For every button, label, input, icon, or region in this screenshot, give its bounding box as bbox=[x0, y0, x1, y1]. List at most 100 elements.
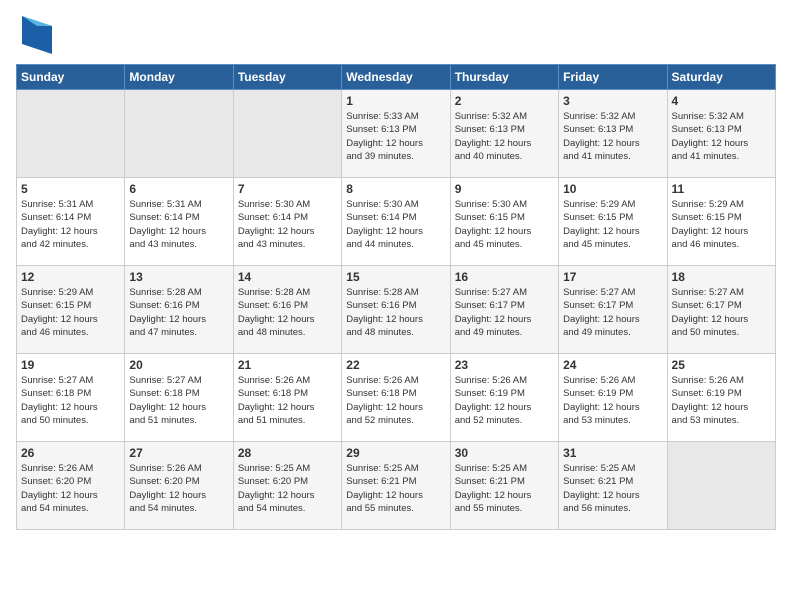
day-info: Sunrise: 5:26 AMSunset: 6:18 PMDaylight:… bbox=[238, 374, 337, 427]
day-number: 28 bbox=[238, 446, 337, 460]
day-number: 27 bbox=[129, 446, 228, 460]
calendar-cell: 27Sunrise: 5:26 AMSunset: 6:20 PMDayligh… bbox=[125, 442, 233, 530]
calendar-cell: 2 Sunrise: 5:32 AMSunset: 6:13 PMDaylight… bbox=[450, 90, 558, 178]
day-info: Sunrise: 5:27 AMSunset: 6:18 PMDaylight:… bbox=[129, 374, 228, 427]
calendar-week-row: 12 Sunrise: 5:29 AMSunset: 6:15 PMDayligh… bbox=[17, 266, 776, 354]
day-header-saturday: Saturday bbox=[667, 65, 775, 90]
day-info: Sunrise: 5:27 AMSunset: 6:17 PMDaylight:… bbox=[672, 286, 771, 339]
day-number: 15 bbox=[346, 270, 445, 284]
calendar-cell bbox=[233, 90, 341, 178]
day-number: 30 bbox=[455, 446, 554, 460]
calendar-cell: 31 Sunrise: 5:25 AMSunset: 6:21 PMDayligh… bbox=[559, 442, 667, 530]
calendar-week-row: 19 Sunrise: 5:27 AMSunset: 6:18 PMDayligh… bbox=[17, 354, 776, 442]
day-number: 6 bbox=[129, 182, 228, 196]
day-number: 21 bbox=[238, 358, 337, 372]
day-info: Sunrise: 5:27 AMSunset: 6:17 PMDaylight:… bbox=[455, 286, 554, 339]
calendar-cell: 13 Sunrise: 5:28 AMSunset: 6:16 PMDayligh… bbox=[125, 266, 233, 354]
day-info: Sunrise: 5:25 AMSunset: 6:21 PMDaylight:… bbox=[563, 462, 662, 515]
calendar-cell: 18 Sunrise: 5:27 AMSunset: 6:17 PMDayligh… bbox=[667, 266, 775, 354]
day-header-wednesday: Wednesday bbox=[342, 65, 450, 90]
day-number: 31 bbox=[563, 446, 662, 460]
calendar-cell: 6 Sunrise: 5:31 AMSunset: 6:14 PMDaylight… bbox=[125, 178, 233, 266]
calendar-cell: 26 Sunrise: 5:26 AMSunset: 6:20 PMDayligh… bbox=[17, 442, 125, 530]
calendar-week-row: 26 Sunrise: 5:26 AMSunset: 6:20 PMDayligh… bbox=[17, 442, 776, 530]
day-number: 14 bbox=[238, 270, 337, 284]
calendar-cell: 7Sunrise: 5:30 AMSunset: 6:14 PMDaylight… bbox=[233, 178, 341, 266]
calendar-cell: 21 Sunrise: 5:26 AMSunset: 6:18 PMDayligh… bbox=[233, 354, 341, 442]
calendar-cell: 14Sunrise: 5:28 AMSunset: 6:16 PMDayligh… bbox=[233, 266, 341, 354]
day-info: Sunrise: 5:29 AMSunset: 6:15 PMDaylight:… bbox=[672, 198, 771, 251]
day-info: Sunrise: 5:29 AMSunset: 6:15 PMDaylight:… bbox=[21, 286, 120, 339]
day-info: Sunrise: 5:31 AMSunset: 6:14 PMDaylight:… bbox=[21, 198, 120, 251]
day-info: Sunrise: 5:33 AMSunset: 6:13 PMDaylight:… bbox=[346, 110, 445, 163]
calendar-cell: 8 Sunrise: 5:30 AMSunset: 6:14 PMDaylight… bbox=[342, 178, 450, 266]
day-number: 11 bbox=[672, 182, 771, 196]
day-number: 9 bbox=[455, 182, 554, 196]
day-info: Sunrise: 5:26 AMSunset: 6:18 PMDaylight:… bbox=[346, 374, 445, 427]
header bbox=[16, 16, 776, 54]
day-header-thursday: Thursday bbox=[450, 65, 558, 90]
day-info: Sunrise: 5:32 AMSunset: 6:13 PMDaylight:… bbox=[672, 110, 771, 163]
day-number: 5 bbox=[21, 182, 120, 196]
calendar-cell bbox=[667, 442, 775, 530]
calendar-cell: 19 Sunrise: 5:27 AMSunset: 6:18 PMDayligh… bbox=[17, 354, 125, 442]
day-number: 13 bbox=[129, 270, 228, 284]
day-info: Sunrise: 5:27 AMSunset: 6:18 PMDaylight:… bbox=[21, 374, 120, 427]
day-info: Sunrise: 5:29 AMSunset: 6:15 PMDaylight:… bbox=[563, 198, 662, 251]
day-info: Sunrise: 5:31 AMSunset: 6:14 PMDaylight:… bbox=[129, 198, 228, 251]
logo bbox=[16, 16, 52, 54]
day-info: Sunrise: 5:32 AMSunset: 6:13 PMDaylight:… bbox=[563, 110, 662, 163]
day-number: 25 bbox=[672, 358, 771, 372]
calendar-cell: 29 Sunrise: 5:25 AMSunset: 6:21 PMDayligh… bbox=[342, 442, 450, 530]
day-header-sunday: Sunday bbox=[17, 65, 125, 90]
calendar-cell: 11 Sunrise: 5:29 AMSunset: 6:15 PMDayligh… bbox=[667, 178, 775, 266]
day-header-friday: Friday bbox=[559, 65, 667, 90]
day-number: 16 bbox=[455, 270, 554, 284]
day-info: Sunrise: 5:30 AMSunset: 6:15 PMDaylight:… bbox=[455, 198, 554, 251]
day-number: 4 bbox=[672, 94, 771, 108]
day-info: Sunrise: 5:25 AMSunset: 6:21 PMDaylight:… bbox=[346, 462, 445, 515]
calendar-cell: 28Sunrise: 5:25 AMSunset: 6:20 PMDayligh… bbox=[233, 442, 341, 530]
day-header-tuesday: Tuesday bbox=[233, 65, 341, 90]
day-number: 8 bbox=[346, 182, 445, 196]
calendar-cell: 9 Sunrise: 5:30 AMSunset: 6:15 PMDaylight… bbox=[450, 178, 558, 266]
day-info: Sunrise: 5:25 AMSunset: 6:21 PMDaylight:… bbox=[455, 462, 554, 515]
day-number: 10 bbox=[563, 182, 662, 196]
calendar-cell: 16 Sunrise: 5:27 AMSunset: 6:17 PMDayligh… bbox=[450, 266, 558, 354]
calendar-cell: 4 Sunrise: 5:32 AMSunset: 6:13 PMDaylight… bbox=[667, 90, 775, 178]
calendar-table: SundayMondayTuesdayWednesdayThursdayFrid… bbox=[16, 64, 776, 530]
day-number: 2 bbox=[455, 94, 554, 108]
logo-icon bbox=[22, 16, 52, 54]
calendar-cell: 10 Sunrise: 5:29 AMSunset: 6:15 PMDayligh… bbox=[559, 178, 667, 266]
day-info: Sunrise: 5:27 AMSunset: 6:17 PMDaylight:… bbox=[563, 286, 662, 339]
day-info: Sunrise: 5:28 AMSunset: 6:16 PMDaylight:… bbox=[129, 286, 228, 339]
day-info: Sunrise: 5:26 AMSunset: 6:20 PMDaylight:… bbox=[21, 462, 120, 515]
calendar-cell: 20 Sunrise: 5:27 AMSunset: 6:18 PMDayligh… bbox=[125, 354, 233, 442]
calendar-cell: 23 Sunrise: 5:26 AMSunset: 6:19 PMDayligh… bbox=[450, 354, 558, 442]
day-number: 26 bbox=[21, 446, 120, 460]
day-info: Sunrise: 5:26 AMSunset: 6:19 PMDaylight:… bbox=[672, 374, 771, 427]
day-number: 19 bbox=[21, 358, 120, 372]
day-info: Sunrise: 5:26 AMSunset: 6:19 PMDaylight:… bbox=[563, 374, 662, 427]
day-number: 18 bbox=[672, 270, 771, 284]
day-number: 17 bbox=[563, 270, 662, 284]
day-number: 12 bbox=[21, 270, 120, 284]
day-number: 29 bbox=[346, 446, 445, 460]
calendar-week-row: 1 Sunrise: 5:33 AMSunset: 6:13 PMDaylight… bbox=[17, 90, 776, 178]
day-info: Sunrise: 5:26 AMSunset: 6:19 PMDaylight:… bbox=[455, 374, 554, 427]
calendar-cell: 22Sunrise: 5:26 AMSunset: 6:18 PMDayligh… bbox=[342, 354, 450, 442]
calendar-cell: 15 Sunrise: 5:28 AMSunset: 6:16 PMDayligh… bbox=[342, 266, 450, 354]
day-info: Sunrise: 5:30 AMSunset: 6:14 PMDaylight:… bbox=[238, 198, 337, 251]
day-number: 23 bbox=[455, 358, 554, 372]
calendar-cell: 3Sunrise: 5:32 AMSunset: 6:13 PMDaylight… bbox=[559, 90, 667, 178]
day-number: 1 bbox=[346, 94, 445, 108]
day-number: 24 bbox=[563, 358, 662, 372]
day-info: Sunrise: 5:30 AMSunset: 6:14 PMDaylight:… bbox=[346, 198, 445, 251]
day-number: 20 bbox=[129, 358, 228, 372]
calendar-cell: 24 Sunrise: 5:26 AMSunset: 6:19 PMDayligh… bbox=[559, 354, 667, 442]
calendar-cell: 30 Sunrise: 5:25 AMSunset: 6:21 PMDayligh… bbox=[450, 442, 558, 530]
day-info: Sunrise: 5:32 AMSunset: 6:13 PMDaylight:… bbox=[455, 110, 554, 163]
days-header-row: SundayMondayTuesdayWednesdayThursdayFrid… bbox=[17, 65, 776, 90]
day-info: Sunrise: 5:28 AMSunset: 6:16 PMDaylight:… bbox=[346, 286, 445, 339]
calendar-cell: 12 Sunrise: 5:29 AMSunset: 6:15 PMDayligh… bbox=[17, 266, 125, 354]
